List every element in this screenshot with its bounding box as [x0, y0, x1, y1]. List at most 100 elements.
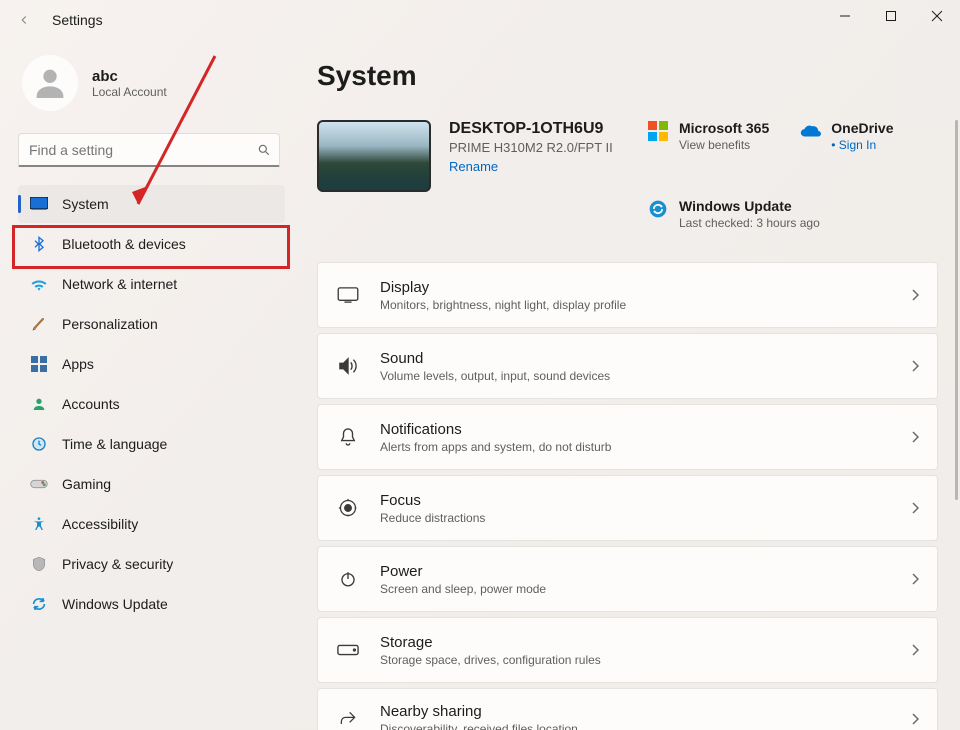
- sidebar: abc Local Account System Bluetooth & d: [0, 40, 295, 730]
- card-title: Focus: [380, 492, 891, 509]
- card-sub: Monitors, brightness, night light, displ…: [380, 298, 891, 312]
- chevron-right-icon: [911, 573, 919, 585]
- card-storage[interactable]: Storage Storage space, drives, configura…: [317, 617, 938, 683]
- sound-icon: [336, 357, 360, 375]
- promo-title: Microsoft 365: [679, 120, 769, 136]
- promo-sub: Last checked: 3 hours ago: [679, 216, 820, 230]
- scrollbar[interactable]: [955, 120, 958, 500]
- card-sub: Alerts from apps and system, do not dist…: [380, 440, 891, 454]
- chevron-right-icon: [911, 289, 919, 301]
- card-title: Storage: [380, 634, 891, 651]
- sidebar-item-label: Accounts: [62, 396, 120, 412]
- display-icon: [336, 287, 360, 303]
- close-button[interactable]: [914, 0, 960, 32]
- brush-icon: [30, 315, 48, 333]
- accessibility-icon: [30, 515, 48, 533]
- device-thumbnail: [317, 120, 431, 192]
- avatar: [22, 55, 78, 111]
- minimize-button[interactable]: [822, 0, 868, 32]
- nav: System Bluetooth & devices Network & int…: [18, 185, 285, 623]
- bluetooth-icon: [30, 235, 48, 253]
- card-notifications[interactable]: Notifications Alerts from apps and syste…: [317, 404, 938, 470]
- settings-cards: Display Monitors, brightness, night ligh…: [317, 262, 938, 730]
- clock-icon: [30, 435, 48, 453]
- device-model: PRIME H310M2 R2.0/FPT II: [449, 140, 613, 155]
- card-sub: Screen and sleep, power mode: [380, 582, 891, 596]
- storage-icon: [336, 644, 360, 656]
- search-input[interactable]: [27, 141, 257, 159]
- card-sub: Discoverability, received files location: [380, 722, 891, 730]
- card-focus[interactable]: Focus Reduce distractions: [317, 475, 938, 541]
- sidebar-item-label: Accessibility: [62, 516, 138, 532]
- card-title: Nearby sharing: [380, 703, 891, 720]
- focus-icon: [336, 498, 360, 518]
- device-block: DESKTOP-1OTH6U9 PRIME H310M2 R2.0/FPT II…: [317, 120, 627, 192]
- sidebar-item-update[interactable]: Windows Update: [18, 585, 285, 623]
- promo-title: Windows Update: [679, 198, 820, 214]
- search-box[interactable]: [18, 133, 280, 167]
- system-icon: [30, 195, 48, 213]
- sidebar-item-label: Privacy & security: [62, 556, 173, 572]
- rename-link[interactable]: Rename: [449, 159, 613, 174]
- apps-icon: [30, 355, 48, 373]
- chevron-right-icon: [911, 502, 919, 514]
- card-sound[interactable]: Sound Volume levels, output, input, soun…: [317, 333, 938, 399]
- maximize-button[interactable]: [868, 0, 914, 32]
- onedrive-icon: [799, 120, 821, 142]
- sidebar-item-bluetooth[interactable]: Bluetooth & devices: [18, 225, 285, 263]
- sidebar-item-apps[interactable]: Apps: [18, 345, 285, 383]
- m365-icon: [647, 120, 669, 142]
- chevron-right-icon: [911, 644, 919, 656]
- update-icon: [30, 595, 48, 613]
- promo-sub: View benefits: [679, 138, 769, 152]
- sidebar-item-label: Time & language: [62, 436, 167, 452]
- sidebar-item-label: Personalization: [62, 316, 158, 332]
- network-icon: [30, 275, 48, 293]
- main-content: System DESKTOP-1OTH6U9 PRIME H310M2 R2.0…: [295, 40, 960, 730]
- sidebar-item-privacy[interactable]: Privacy & security: [18, 545, 285, 583]
- promo-onedrive[interactable]: OneDrive • Sign In: [799, 120, 893, 152]
- promo-update[interactable]: Windows Update Last checked: 3 hours ago: [647, 198, 938, 230]
- power-icon: [336, 570, 360, 588]
- card-title: Display: [380, 279, 891, 296]
- accounts-icon: [30, 395, 48, 413]
- shield-icon: [30, 555, 48, 573]
- share-icon: [336, 709, 360, 729]
- sidebar-item-accounts[interactable]: Accounts: [18, 385, 285, 423]
- device-name: DESKTOP-1OTH6U9: [449, 120, 613, 138]
- card-sub: Reduce distractions: [380, 511, 891, 525]
- chevron-right-icon: [911, 360, 919, 372]
- chevron-right-icon: [911, 713, 919, 725]
- window-controls: [822, 0, 960, 32]
- sidebar-item-gaming[interactable]: Gaming: [18, 465, 285, 503]
- promo-title: OneDrive: [831, 120, 893, 136]
- sidebar-item-time[interactable]: Time & language: [18, 425, 285, 463]
- back-button[interactable]: [10, 6, 38, 34]
- promo-sub[interactable]: • Sign In: [831, 138, 893, 152]
- card-sub: Storage space, drives, configuration rul…: [380, 653, 891, 667]
- window-title: Settings: [52, 12, 103, 28]
- sidebar-item-label: System: [62, 196, 109, 212]
- gaming-icon: [30, 475, 48, 493]
- update-icon: [647, 198, 669, 220]
- sidebar-item-label: Apps: [62, 356, 94, 372]
- promo-m365[interactable]: Microsoft 365 View benefits: [647, 120, 769, 152]
- sidebar-item-label: Windows Update: [62, 596, 168, 612]
- account-name: abc: [92, 68, 167, 85]
- sidebar-item-network[interactable]: Network & internet: [18, 265, 285, 303]
- sidebar-item-personalization[interactable]: Personalization: [18, 305, 285, 343]
- card-power[interactable]: Power Screen and sleep, power mode: [317, 546, 938, 612]
- card-title: Sound: [380, 350, 891, 367]
- card-display[interactable]: Display Monitors, brightness, night ligh…: [317, 262, 938, 328]
- card-nearby[interactable]: Nearby sharing Discoverability, received…: [317, 688, 938, 730]
- card-title: Notifications: [380, 421, 891, 438]
- search-icon: [257, 143, 271, 157]
- sidebar-item-accessibility[interactable]: Accessibility: [18, 505, 285, 543]
- bell-icon: [336, 427, 360, 447]
- sidebar-item-label: Bluetooth & devices: [62, 236, 186, 252]
- sidebar-item-system[interactable]: System: [18, 185, 285, 223]
- sidebar-item-label: Network & internet: [62, 276, 177, 292]
- card-title: Power: [380, 563, 891, 580]
- account-block[interactable]: abc Local Account: [18, 55, 285, 111]
- chevron-right-icon: [911, 431, 919, 443]
